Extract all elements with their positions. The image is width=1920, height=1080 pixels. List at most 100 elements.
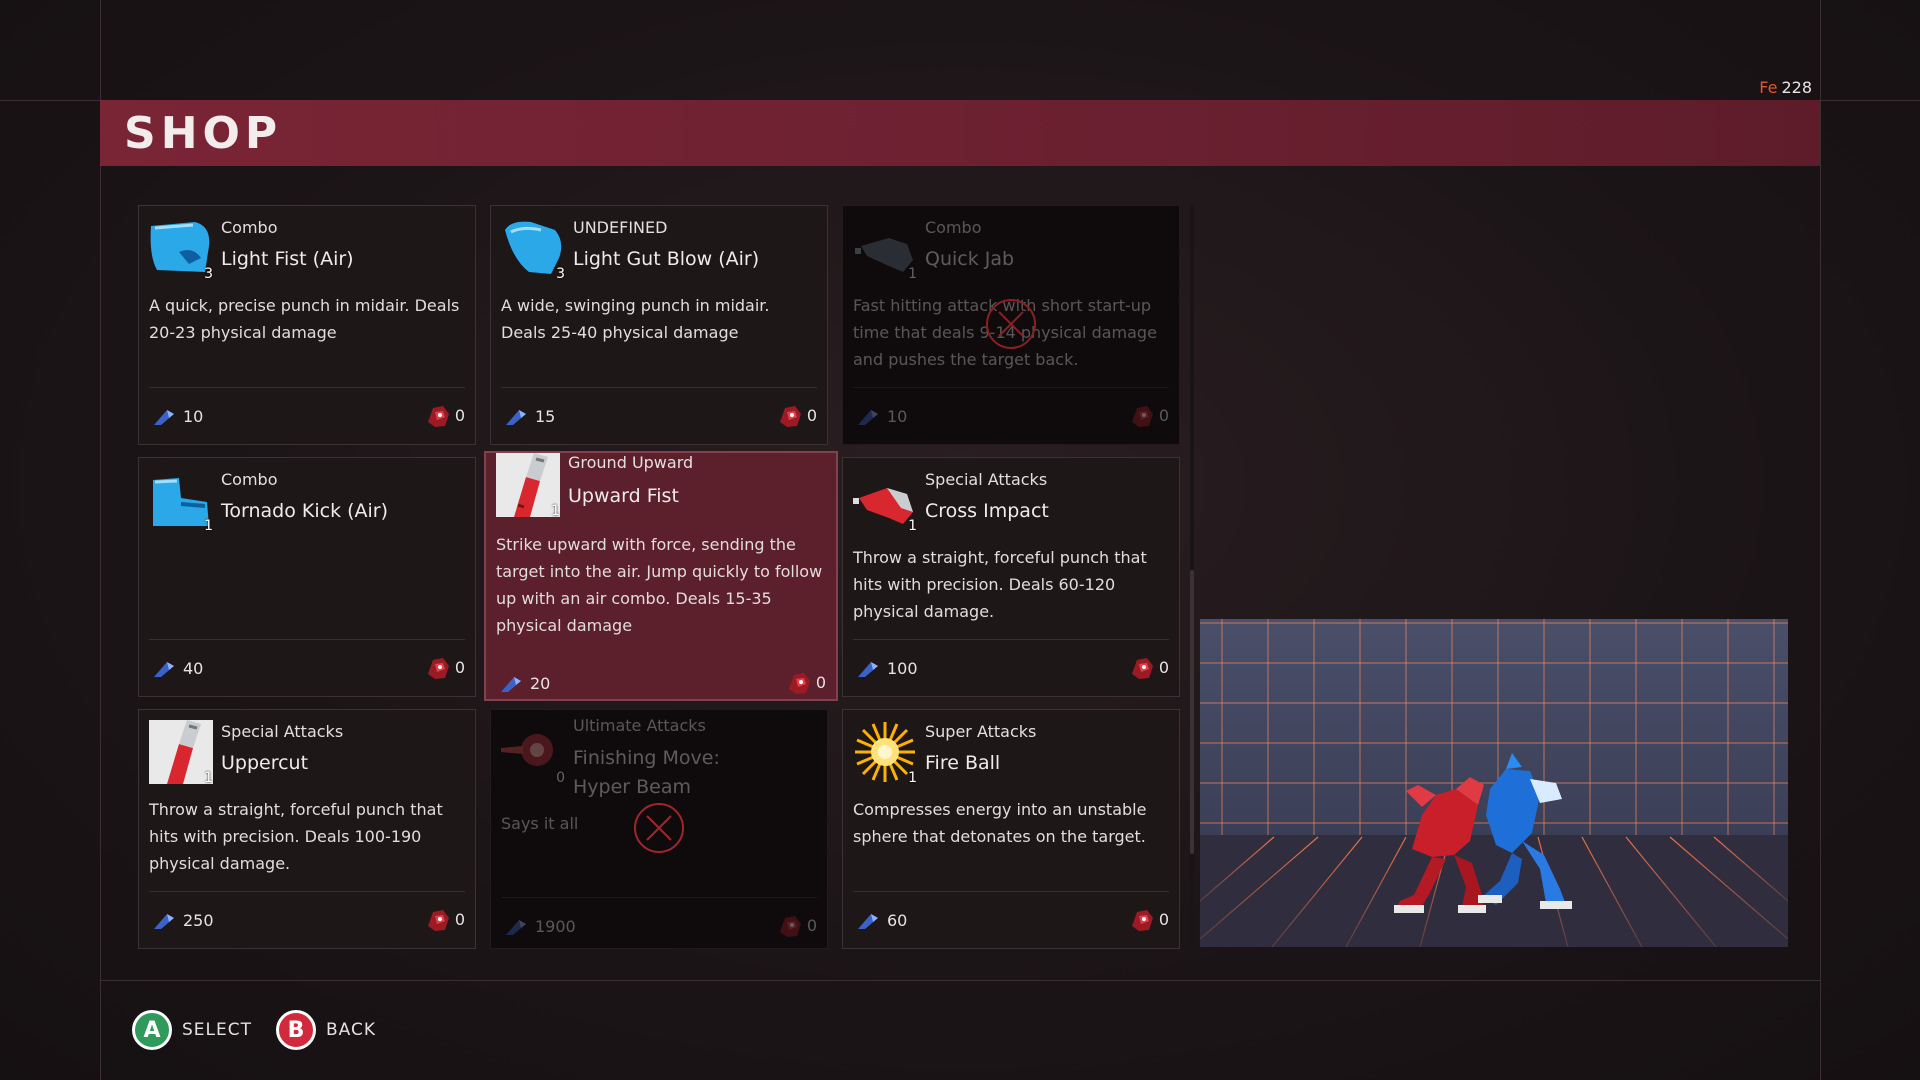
red-arm-icon: 1 — [149, 720, 213, 786]
robot-head-icon — [427, 910, 449, 931]
item-name: Finishing Move: Hyper Beam — [573, 747, 720, 798]
blue-fist-icon: 3 — [149, 216, 213, 282]
item-owned: 0 — [1129, 654, 1169, 680]
page-title: SHOP — [124, 108, 283, 159]
icon-count: 1 — [551, 503, 560, 519]
owned-value: 0 — [815, 672, 826, 692]
item-owned: 0 — [777, 912, 817, 938]
item-category: Super Attacks — [925, 722, 1037, 741]
cost-value: 10 — [183, 407, 204, 426]
owned-value: 0 — [454, 405, 465, 425]
card-divider — [149, 387, 465, 388]
red-fist-icon: 1 — [853, 468, 917, 534]
item-name: Cross Impact — [925, 500, 1049, 522]
owned-value: 0 — [454, 909, 465, 929]
owned-value: 0 — [1158, 405, 1169, 425]
owned-value: 0 — [806, 915, 817, 935]
select-label: SELECT — [182, 1020, 252, 1040]
item-category: Combo — [221, 470, 278, 489]
button-prompts: A SELECT B BACK — [132, 1010, 400, 1050]
item-description: Throw a straight, forceful punch that hi… — [853, 548, 1147, 621]
item-cost: 10 — [857, 407, 907, 426]
item-name: Uppercut — [221, 752, 309, 774]
blue-boot-icon: 1 — [149, 468, 213, 534]
a-button-glyph: A — [143, 1017, 161, 1043]
shard-icon — [858, 661, 878, 677]
item-name: Upward Fist — [568, 485, 679, 507]
b-button-icon[interactable]: B — [276, 1010, 316, 1050]
currency-display: Fe 228 — [1759, 78, 1812, 97]
item-cost: 40 — [153, 659, 203, 678]
owned-value: 0 — [1158, 657, 1169, 677]
robot-head-icon — [779, 916, 801, 937]
shop-item-card[interactable]: 3 Combo Light Fist (Air) A quick, precis… — [138, 205, 476, 445]
shop-item-card[interactable]: 1 Special Attacks Cross Impact Throw a s… — [842, 457, 1180, 697]
shard-icon — [154, 409, 174, 425]
card-divider — [501, 897, 817, 898]
item-category: Special Attacks — [221, 722, 344, 741]
icon-count: 1 — [908, 770, 917, 786]
a-button-icon[interactable]: A — [132, 1010, 172, 1050]
red-arm-icon: 1 — [496, 453, 560, 519]
item-cost: 10 — [153, 407, 203, 426]
shop-item-card[interactable]: 1 Super Attacks Fire Ball Compresses ene… — [842, 709, 1180, 949]
icon-count: 3 — [204, 266, 213, 282]
item-cost: 15 — [505, 407, 555, 426]
shop-item-card[interactable]: 1 Combo Tornado Kick (Air) 40 0 — [138, 457, 476, 697]
item-category: Combo — [925, 218, 982, 237]
shop-item-grid: 3 Combo Light Fist (Air) A quick, precis… — [138, 205, 1184, 949]
shop-item-card-locked[interactable]: 1 Combo Quick Jab Fast hitting attack wi… — [842, 205, 1180, 445]
scrollbar-thumb[interactable] — [1190, 570, 1194, 854]
shard-icon — [506, 919, 526, 935]
frame-line-bottom — [100, 980, 1820, 981]
item-name: Fire Ball — [925, 752, 1001, 774]
cost-value: 20 — [530, 674, 551, 693]
cost-value: 1900 — [535, 917, 576, 936]
item-description: A quick, precise punch in midair. Deals … — [149, 296, 460, 342]
shop-item-card[interactable]: 3 UNDEFINED Light Gut Blow (Air) A wide,… — [490, 205, 828, 445]
item-category: UNDEFINED — [573, 218, 668, 237]
owned-value: 0 — [1158, 909, 1169, 929]
shop-item-card-selected[interactable]: 1 Ground Upward Upward Fist Strike upwar… — [484, 451, 838, 701]
robot-head-icon — [788, 673, 810, 694]
item-category: Ultimate Attacks — [573, 716, 706, 735]
card-divider — [853, 639, 1169, 640]
icon-count: 3 — [556, 266, 565, 282]
shop-item-card-locked[interactable]: 0 Ultimate Attacks Finishing Move: Hyper… — [490, 709, 828, 949]
cost-value: 250 — [183, 911, 214, 930]
card-divider — [149, 639, 465, 640]
item-owned: 0 — [425, 402, 465, 428]
item-name: Light Gut Blow (Air) — [573, 248, 760, 270]
item-description: Compresses energy into an unstable spher… — [853, 800, 1147, 846]
icon-count: 1 — [908, 266, 917, 282]
robot-head-icon — [1131, 910, 1153, 931]
shard-icon — [858, 913, 878, 929]
currency-symbol: Fe — [1759, 78, 1778, 97]
robot-head-icon — [1131, 406, 1153, 427]
card-divider — [853, 891, 1169, 892]
cost-value: 60 — [887, 911, 908, 930]
item-cost: 60 — [857, 911, 907, 930]
cost-value: 40 — [183, 659, 204, 678]
item-description: A wide, swinging punch in midair. Deals … — [501, 296, 770, 342]
item-owned: 0 — [1129, 402, 1169, 428]
item-name: Tornado Kick (Air) — [221, 500, 389, 522]
currency-amount: 228 — [1781, 78, 1812, 97]
icon-count: 1 — [204, 518, 213, 534]
fireball-icon: 1 — [853, 720, 917, 786]
item-cost: 1900 — [505, 917, 576, 936]
gray-fist-icon: 1 — [853, 216, 917, 282]
item-category: Special Attacks — [925, 470, 1048, 489]
shop-item-card[interactable]: 1 Special Attacks Uppercut Throw a strai… — [138, 709, 476, 949]
item-owned: 0 — [425, 906, 465, 932]
cost-value: 15 — [535, 407, 556, 426]
item-owned: 0 — [1129, 906, 1169, 932]
robot-head-icon — [427, 406, 449, 427]
robot-head-icon — [427, 658, 449, 679]
item-owned: 0 — [777, 402, 817, 428]
locked-x-icon — [986, 299, 1036, 349]
cost-value: 10 — [887, 407, 908, 426]
blue-fist-icon: 3 — [501, 216, 565, 282]
icon-count: 1 — [204, 770, 213, 786]
shard-icon — [858, 409, 878, 425]
